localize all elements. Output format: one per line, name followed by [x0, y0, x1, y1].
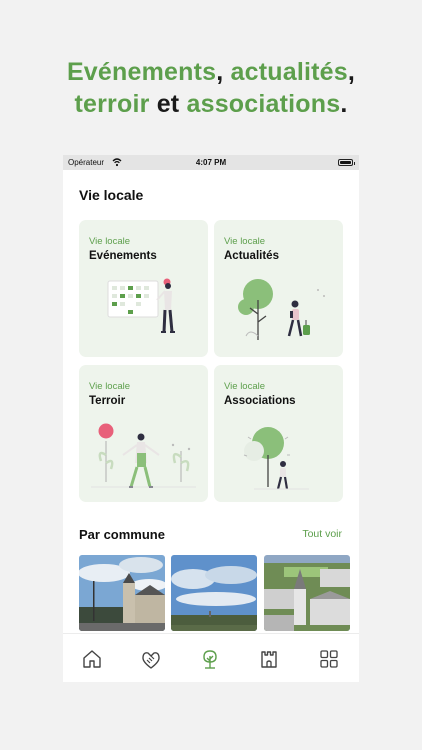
headline-events: Evénements [66, 58, 217, 86]
card-title: Actualités [224, 250, 279, 262]
headline-news: actualités [230, 58, 348, 86]
commune-photo-1[interactable] [79, 555, 165, 631]
tree-person-illustration-icon [243, 427, 309, 490]
tab-menu[interactable] [318, 648, 340, 670]
card-evenements[interactable]: Vie locale Evénements [79, 220, 208, 357]
card-actualites[interactable]: Vie locale Actualités [214, 220, 343, 357]
see-all-link[interactable]: Tout voir [302, 528, 342, 540]
commune-photo-3[interactable] [264, 555, 350, 631]
home-icon [83, 650, 101, 668]
card-terroir[interactable]: Vie locale Terroir [79, 365, 208, 502]
headline-terroir: terroir [74, 90, 150, 118]
village-aerial-photo-icon [264, 555, 350, 631]
card-kicker: Vie locale [89, 236, 131, 247]
commune-photo-2[interactable] [171, 555, 257, 631]
phone-screen: Opérateur 4:07 PM Vie locale Vie locale … [63, 155, 359, 682]
tab-bar [63, 633, 359, 682]
tab-vie-locale[interactable] [199, 648, 221, 670]
tree-icon [203, 650, 217, 669]
card-kicker: Vie locale [224, 381, 266, 392]
traveler-illustration-icon [238, 279, 325, 340]
card-kicker: Vie locale [224, 236, 266, 247]
farmer-illustration-icon [91, 423, 196, 488]
section-title: Vie locale [79, 187, 144, 203]
battery-icon [338, 159, 355, 166]
grid-icon [320, 650, 338, 668]
card-kicker: Vie locale [89, 381, 131, 392]
card-title: Associations [224, 395, 296, 407]
castle-icon [261, 651, 277, 668]
promo-headline: Evénements, actualités, terroir et assoc… [66, 58, 356, 118]
communes-title: Par commune [79, 527, 165, 542]
status-time: 4:07 PM [195, 158, 227, 167]
card-title: Terroir [89, 395, 126, 407]
sky-landscape-photo-icon [171, 555, 257, 631]
calendar-illustration-icon [107, 278, 175, 333]
church-photo-icon [79, 555, 165, 631]
tab-associations[interactable] [140, 648, 162, 670]
status-bar: Opérateur 4:07 PM [63, 155, 359, 170]
card-title: Evénements [89, 250, 157, 262]
tab-patrimoine[interactable] [258, 648, 280, 670]
tab-home[interactable] [81, 648, 103, 670]
headline-associations: associations [186, 90, 341, 118]
card-associations[interactable]: Vie locale Associations [214, 365, 343, 502]
handshake-icon [142, 652, 160, 669]
